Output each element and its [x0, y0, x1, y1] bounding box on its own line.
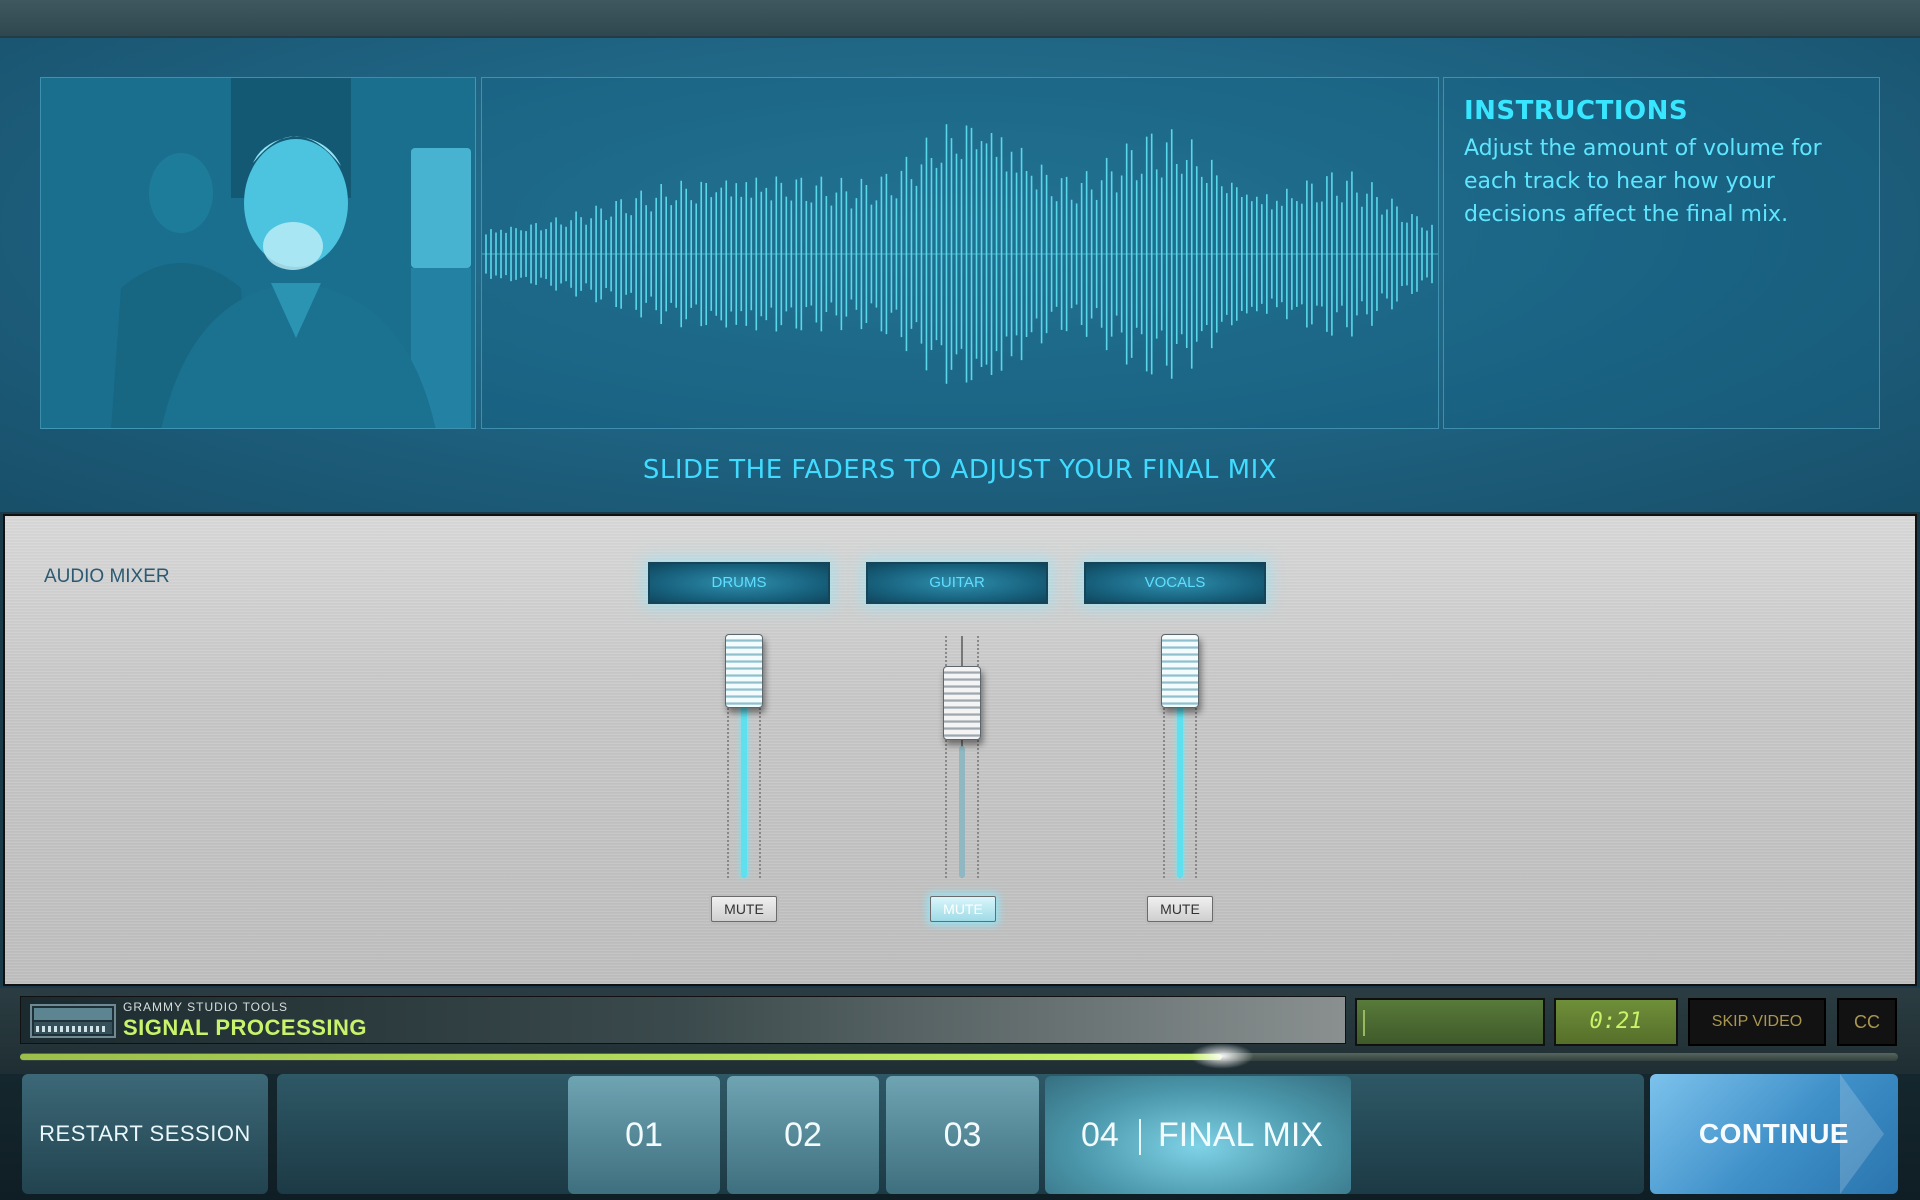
closed-captions-button[interactable]: CC: [1837, 998, 1897, 1046]
step-04-number: 04: [1081, 1116, 1119, 1154]
mixer-title: AUDIO MIXER: [44, 566, 170, 587]
mixer-logo-icon: [30, 1004, 116, 1038]
fader-level-guitar: [959, 746, 965, 878]
channel-label-guitar: GUITAR: [866, 562, 1048, 604]
fader-knob-vocals[interactable]: [1161, 634, 1199, 708]
continue-arrow-icon: [1840, 1074, 1884, 1194]
audio-waveform: [482, 124, 1438, 384]
instructions-panel: INSTRUCTIONS Adjust the amount of volume…: [1443, 77, 1880, 429]
fader-knob-drums[interactable]: [725, 634, 763, 708]
top-bar: [0, 0, 1920, 38]
step-01-button[interactable]: 01: [568, 1076, 720, 1194]
instructions-text: Adjust the amount of volume for each tra…: [1464, 136, 1822, 227]
channel-label-drums: DRUMS: [648, 562, 830, 604]
brand-title: SIGNAL PROCESSING: [123, 1015, 368, 1040]
instructions-title: INSTRUCTIONS: [1464, 96, 1689, 126]
channel-label-vocals: VOCALS: [1084, 562, 1266, 604]
step-02-button[interactable]: 02: [727, 1076, 879, 1194]
mute-button-guitar[interactable]: MUTE: [930, 896, 996, 922]
step-03-button[interactable]: 03: [886, 1076, 1039, 1194]
step-04-title: FINAL MIX: [1158, 1116, 1323, 1154]
mute-button-drums[interactable]: MUTE: [711, 896, 777, 922]
fader-instruction-caption: SLIDE THE FADERS TO ADJUST YOUR FINAL MI…: [642, 455, 1278, 485]
video-thumbnail: [40, 77, 476, 429]
volume-meter: [1355, 998, 1545, 1046]
restart-session-button[interactable]: RESTART SESSION: [22, 1074, 268, 1194]
person-video-frame: [41, 78, 475, 428]
playback-time: 0:21: [1554, 998, 1678, 1046]
brand-subtitle: GRAMMY STUDIO TOOLS: [123, 1000, 289, 1014]
playback-progress-fill: [20, 1054, 1222, 1060]
meter-indicator: [1363, 1010, 1365, 1036]
step-divider: [1139, 1119, 1141, 1155]
playback-scrubber[interactable]: [1190, 1043, 1254, 1069]
audio-mixer: AUDIO MIXER DRUMS MUTE GUITAR MUTE VOCAL…: [3, 514, 1917, 986]
skip-video-button[interactable]: SKIP VIDEO: [1688, 998, 1826, 1046]
waveform-panel: [481, 77, 1439, 429]
step-04-final-mix-button[interactable]: 04 FINAL MIX: [1045, 1076, 1351, 1194]
fader-knob-guitar[interactable]: [943, 666, 981, 740]
mute-button-vocals[interactable]: MUTE: [1147, 896, 1213, 922]
